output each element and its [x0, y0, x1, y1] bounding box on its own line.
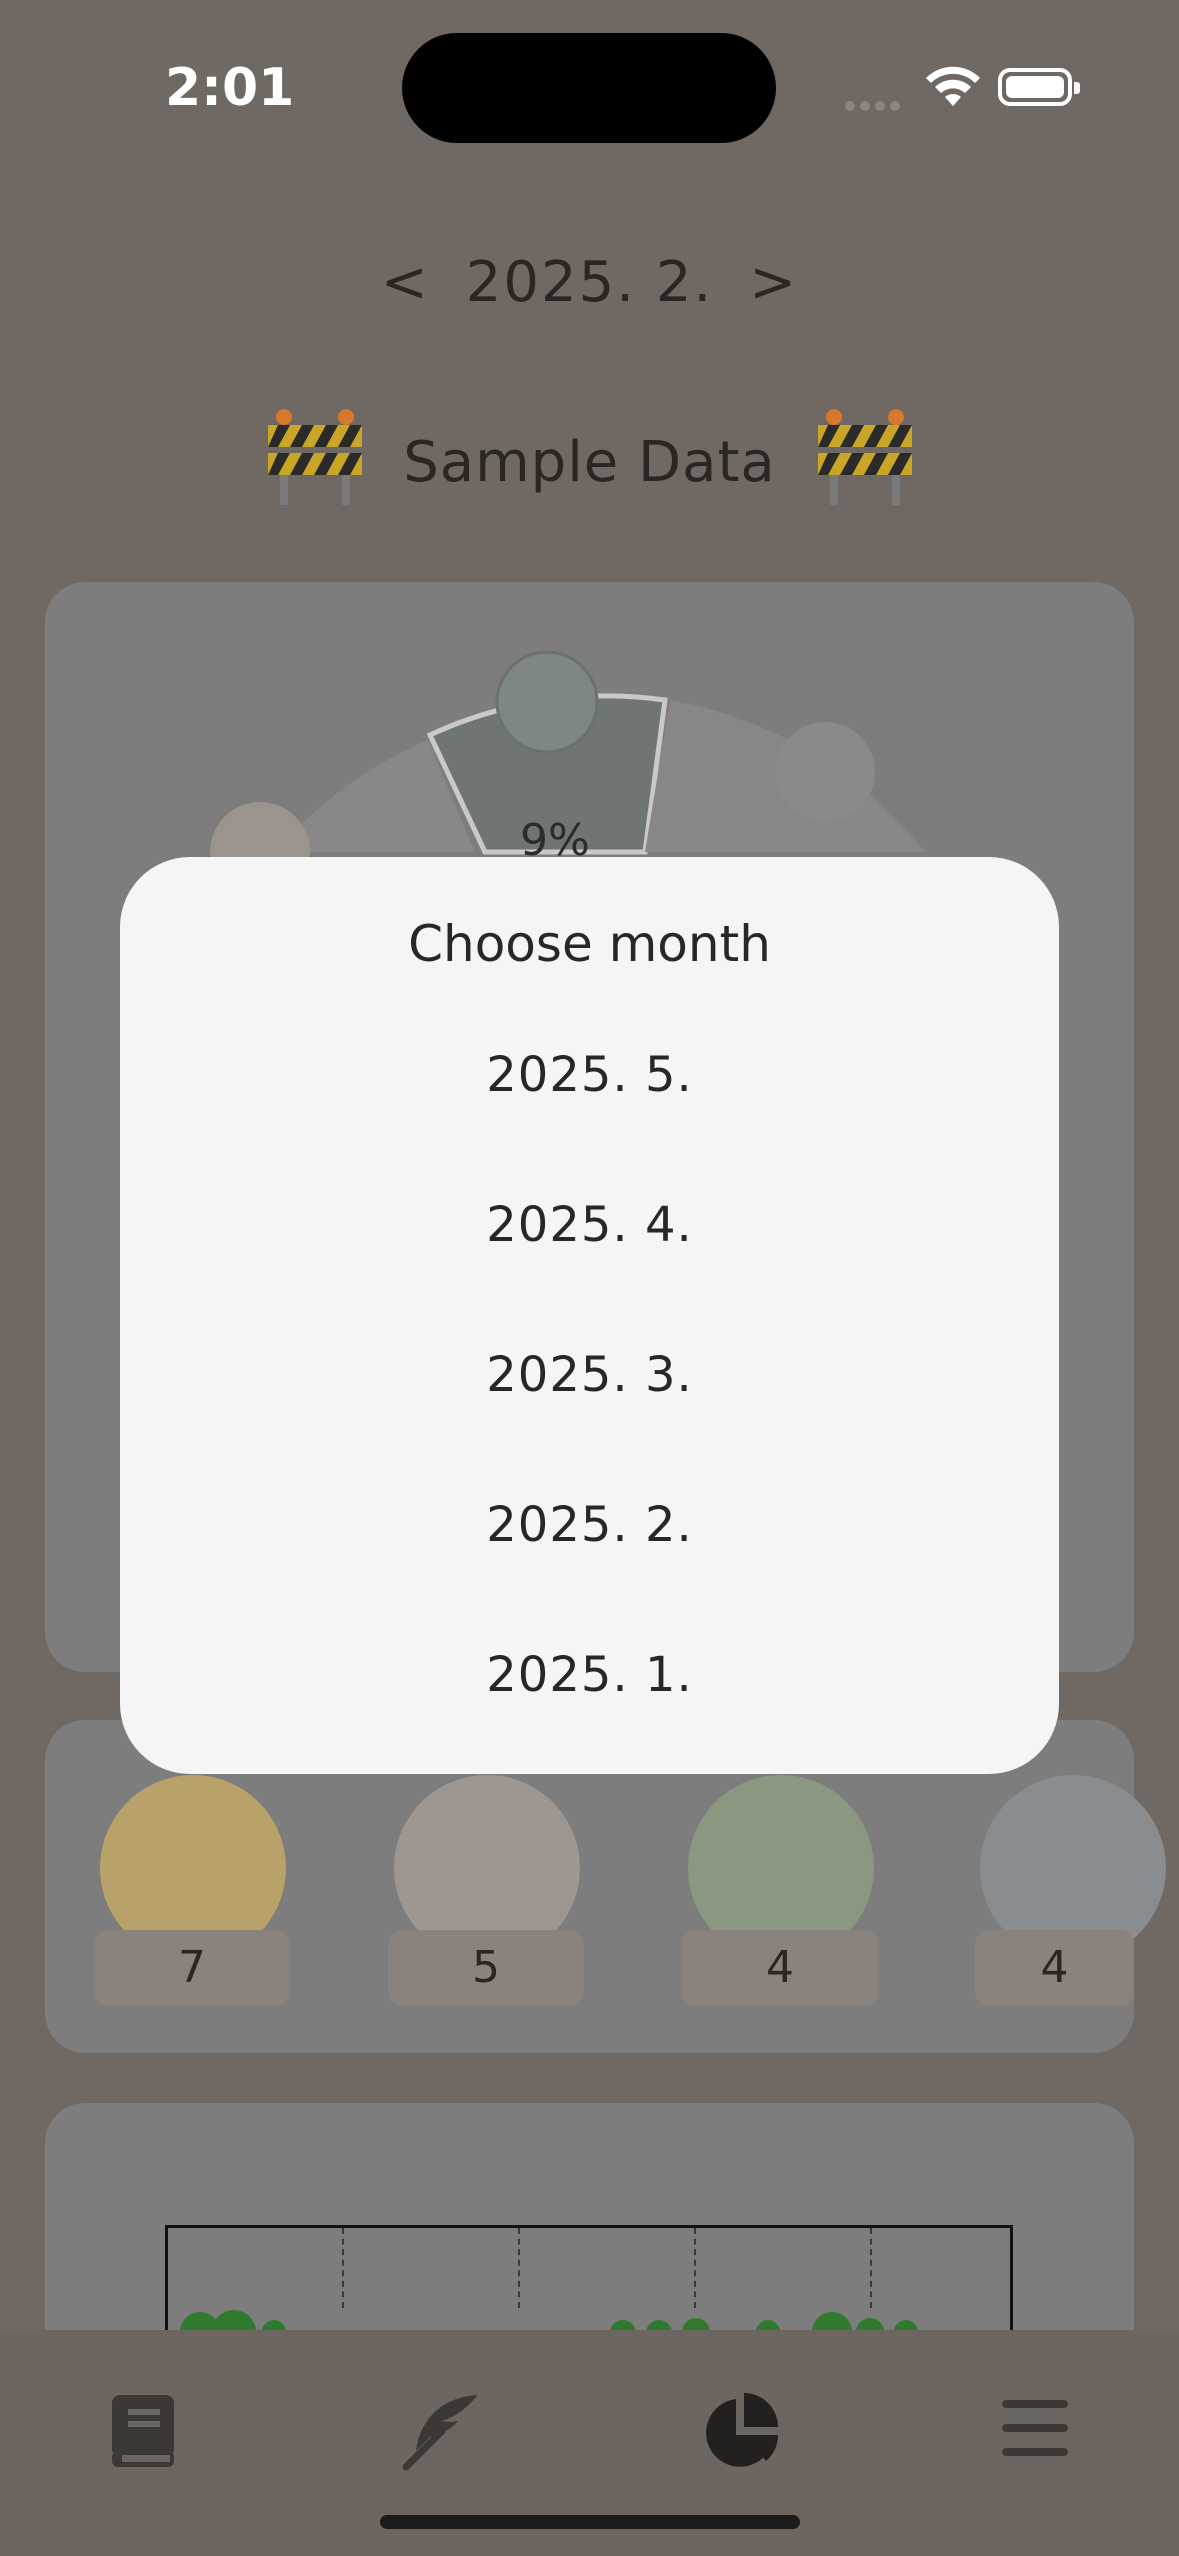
current-month-label[interactable]: 2025. 2.	[466, 250, 714, 315]
cellular-signal-icon	[845, 96, 907, 111]
wifi-icon	[926, 66, 980, 106]
month-option[interactable]: 2025. 3.	[120, 1325, 1059, 1425]
home-indicator	[380, 2515, 800, 2529]
battery-icon	[998, 68, 1080, 106]
chart-gridline	[694, 2228, 696, 2308]
month-option[interactable]: 2025. 1.	[120, 1625, 1059, 1725]
mood-count-relieved: 4	[682, 1930, 878, 2006]
worried-face-icon	[495, 650, 599, 754]
chart-gridline	[518, 2228, 520, 2308]
book-icon[interactable]	[110, 2393, 176, 2469]
mood-count-sad: 4	[975, 1930, 1134, 2006]
prev-month-button[interactable]: <	[381, 250, 430, 315]
pie-chart-icon[interactable]	[700, 2391, 780, 2471]
month-option[interactable]: 2025. 2.	[120, 1475, 1059, 1575]
month-navigation: <2025. 2. >	[0, 250, 1179, 315]
next-month-button[interactable]: >	[749, 250, 798, 315]
status-time: 2:01	[165, 58, 295, 118]
construction-barrier-icon	[818, 409, 912, 505]
chart-gridline	[870, 2228, 872, 2308]
month-option[interactable]: 2025. 4.	[120, 1175, 1059, 1275]
menu-icon[interactable]	[1002, 2398, 1068, 2458]
mood-count-smiling: 7	[94, 1930, 290, 2006]
chart-gridline	[342, 2228, 344, 2308]
dialog-title: Choose month	[408, 915, 771, 973]
month-option[interactable]: 2025. 5.	[120, 1025, 1059, 1125]
sample-data-title: Sample Data	[403, 430, 776, 495]
dynamic-island	[402, 33, 776, 143]
feather-icon[interactable]	[402, 2391, 482, 2471]
sad-face-icon	[775, 722, 875, 822]
mood-count-neutral: 5	[388, 1930, 584, 2006]
